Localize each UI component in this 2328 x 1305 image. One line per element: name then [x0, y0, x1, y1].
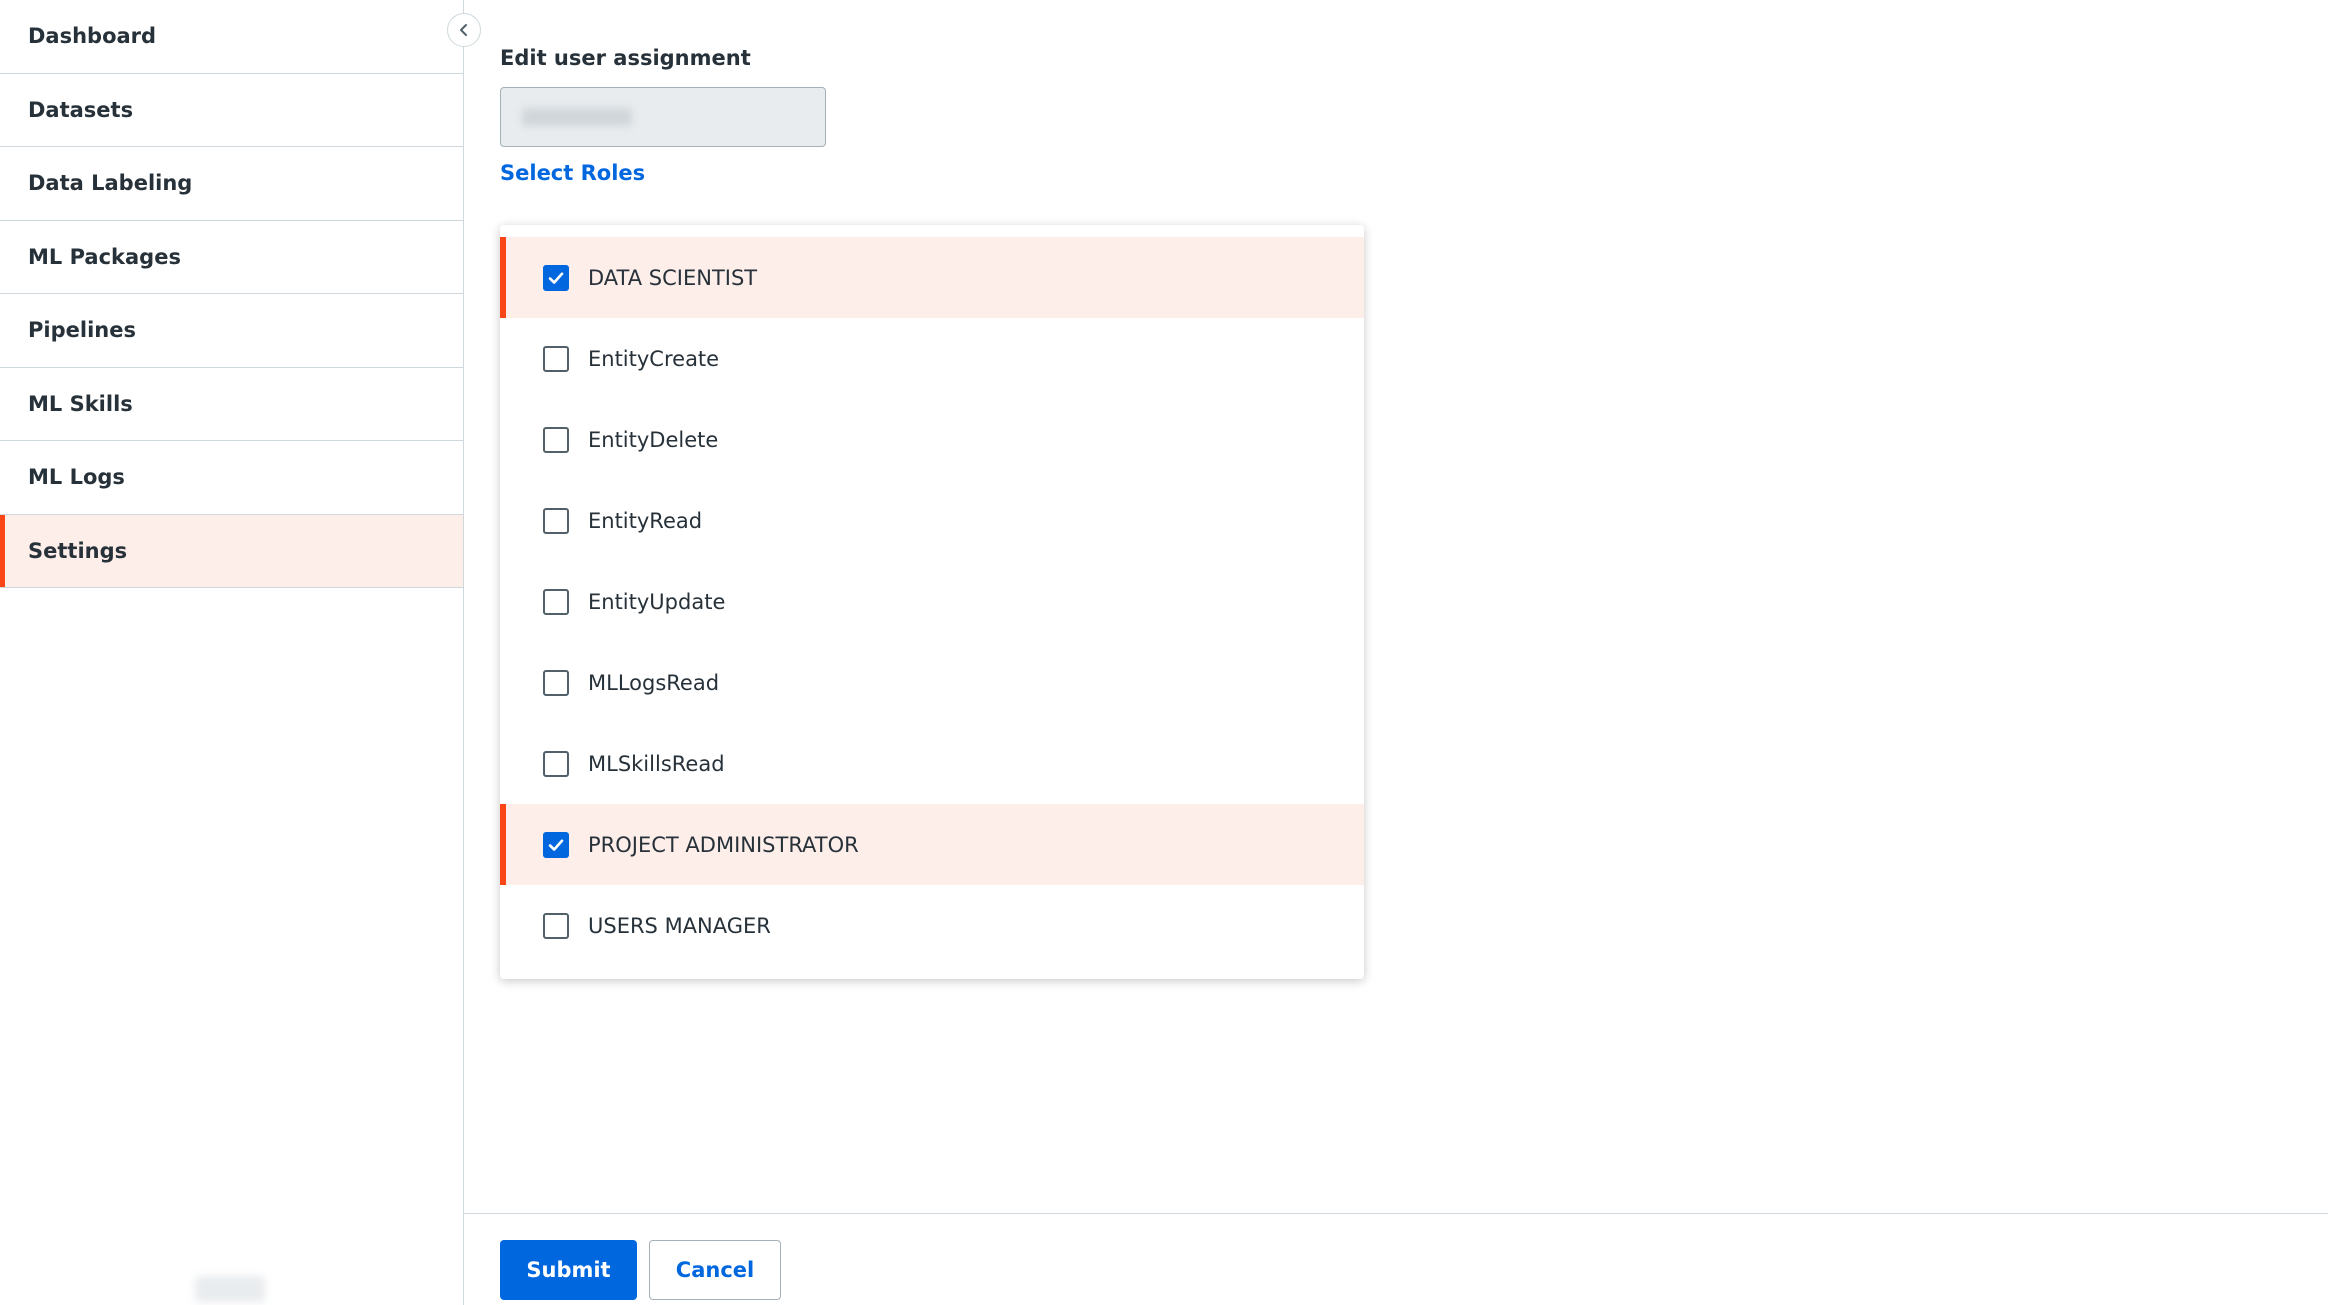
sidebar-item-label: ML Logs [28, 465, 125, 490]
role-checkbox[interactable] [543, 750, 569, 777]
role-label: EntityUpdate [588, 589, 726, 614]
sidebar-item-label: ML Skills [28, 391, 133, 416]
role-label: EntityCreate [588, 346, 720, 371]
role-label: EntityDelete [588, 427, 719, 452]
sidebar-item-label: Datasets [28, 97, 134, 122]
role-label: PROJECT ADMINISTRATOR [588, 832, 859, 857]
sidebar-item-label: Dashboard [28, 24, 157, 49]
role-option-mlskillsread[interactable]: MLSkillsRead [500, 723, 1364, 804]
role-checkbox[interactable] [543, 426, 569, 453]
select-roles-link[interactable]: Select Roles [500, 161, 645, 185]
role-checkbox[interactable] [543, 507, 569, 534]
sidebar-item-datasets[interactable]: Datasets [0, 74, 463, 147]
role-label: USERS MANAGER [588, 913, 771, 938]
role-option-data-scientist[interactable]: DATA SCIENTIST [500, 237, 1364, 318]
role-checkbox[interactable] [543, 831, 569, 858]
role-label: DATA SCIENTIST [588, 265, 758, 290]
role-checkbox[interactable] [543, 345, 569, 372]
roles-list: DATA SCIENTIST EntityCreate EntityDelete En… [500, 237, 1364, 966]
collapse-sidebar-button[interactable] [447, 13, 481, 47]
role-option-users-manager[interactable]: USERS MANAGER [500, 885, 1364, 966]
checkmark-icon [548, 839, 564, 851]
sidebar-item-settings[interactable]: Settings [0, 514, 463, 588]
role-option-mllogsread[interactable]: MLLogsRead [500, 642, 1364, 723]
checkmark-icon [548, 272, 564, 284]
main-content: Edit user assignment Select Roles DATA S… [464, 0, 2328, 1305]
sidebar-item-data-labeling[interactable]: Data Labeling [0, 147, 463, 221]
chevron-left-icon [460, 24, 467, 36]
version-label [195, 1276, 265, 1302]
role-checkbox[interactable] [543, 264, 569, 291]
sidebar-item-label: Data Labeling [28, 171, 193, 196]
sidebar-item-dashboard[interactable]: Dashboard [0, 0, 463, 74]
sidebar-item-ml-logs[interactable]: ML Logs [0, 441, 463, 515]
sidebar-item-label: Pipelines [28, 318, 136, 343]
app-window: Dashboard Datasets Data Labeling ML Package… [0, 0, 2328, 1305]
role-option-entityread[interactable]: EntityRead [500, 480, 1364, 561]
user-field-value [522, 108, 632, 126]
role-option-entitycreate[interactable]: EntityCreate [500, 318, 1364, 399]
role-option-entitydelete[interactable]: EntityDelete [500, 399, 1364, 480]
sidebar: Dashboard Datasets Data Labeling ML Package… [0, 0, 464, 1305]
role-option-project-administrator[interactable]: PROJECT ADMINISTRATOR [500, 804, 1364, 885]
role-label: MLLogsRead [588, 670, 720, 695]
sidebar-nav: Dashboard Datasets Data Labeling ML Package… [0, 0, 463, 588]
submit-button[interactable]: Submit [500, 1240, 637, 1300]
form-title: Edit user assignment [500, 46, 751, 70]
sidebar-item-ml-packages[interactable]: ML Packages [0, 221, 463, 294]
sidebar-item-pipelines[interactable]: Pipelines [0, 294, 463, 368]
cancel-button[interactable]: Cancel [649, 1240, 781, 1300]
roles-dropdown: DATA SCIENTIST EntityCreate EntityDelete En… [500, 225, 1364, 979]
sidebar-item-label: ML Packages [28, 244, 181, 269]
role-checkbox[interactable] [543, 669, 569, 696]
sidebar-item-label: Settings [28, 538, 128, 563]
footer-divider [464, 1213, 2328, 1214]
role-label: MLSkillsRead [588, 751, 725, 776]
role-checkbox[interactable] [543, 912, 569, 939]
role-option-entityupdate[interactable]: EntityUpdate [500, 561, 1364, 642]
sidebar-item-ml-skills[interactable]: ML Skills [0, 368, 463, 441]
role-checkbox[interactable] [543, 588, 569, 615]
role-label: EntityRead [588, 508, 703, 533]
